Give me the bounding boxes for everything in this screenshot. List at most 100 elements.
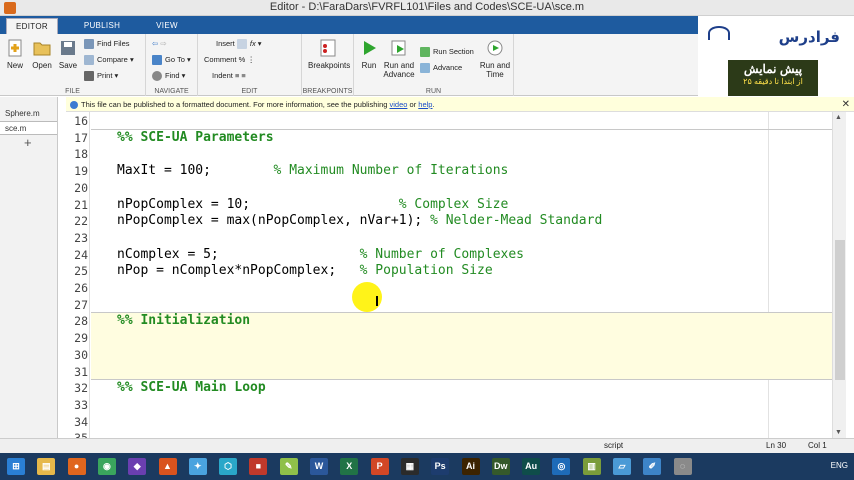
run-group: Run Run and Advance Run Section Advance … <box>354 34 514 96</box>
folder-icon <box>32 38 52 58</box>
status-col: Col 1 <box>808 441 827 450</box>
app-icon: ✐ <box>643 458 662 475</box>
line-number: 19 <box>74 164 88 179</box>
code-line[interactable]: nPopComplex = 10; % Complex Size <box>117 197 508 212</box>
code-line[interactable]: %% SCE-UA Main Loop <box>117 380 266 395</box>
app-icon: ▦ <box>400 458 419 475</box>
add-file-icon[interactable]: + <box>24 135 32 150</box>
taskbar-photoshop-button[interactable]: Ps <box>428 456 452 477</box>
scrollbar-thumb[interactable] <box>835 240 845 380</box>
back-forward-buttons[interactable]: ⇦ ⇨ <box>152 38 167 50</box>
tab-view[interactable]: VIEW <box>144 18 190 34</box>
scroll-down-icon[interactable]: ▼ <box>835 429 842 436</box>
code-text: MaxIt = 100; <box>117 163 274 179</box>
print-button[interactable]: Print ▾ <box>84 70 118 82</box>
taskbar-matlab-button[interactable]: ▲ <box>156 456 180 477</box>
vertical-scrollbar[interactable]: ▲ ▼ <box>832 112 846 438</box>
insert-button[interactable]: Insert fx ▾ <box>216 38 262 50</box>
taskbar-firefox-button[interactable]: ● <box>65 456 89 477</box>
explorer-icon: ▤ <box>37 458 56 475</box>
tab-editor[interactable]: EDITOR <box>6 18 58 34</box>
taskbar-powerpoint-button[interactable]: P <box>368 456 392 477</box>
taskbar-audition-button[interactable]: Au <box>519 456 543 477</box>
code-editor[interactable]: 16 17 %% SCE-UA Parameters 18 19 MaxIt = 100;… <box>58 112 832 438</box>
publish-infobar: This file can be published to a formatte… <box>66 97 854 112</box>
run-section-button[interactable]: Run Section <box>420 46 474 58</box>
info-icon <box>70 101 78 110</box>
file-group-label: FILE <box>65 88 80 95</box>
line-number: 30 <box>74 347 88 362</box>
taskbar-chrome-button[interactable]: ◉ <box>95 456 119 477</box>
find-button[interactable]: Find ▾ <box>152 70 185 82</box>
line-number: 31 <box>74 364 88 379</box>
right-margin-line <box>768 112 769 438</box>
taskbar-start-button[interactable]: ⊞ <box>4 456 28 477</box>
line-number: 29 <box>74 331 88 346</box>
taskbar-visual-studio-button[interactable]: ◆ <box>125 456 149 477</box>
run-button[interactable]: Run <box>354 38 384 70</box>
line-number: 35 <box>58 431 88 438</box>
app-icon: ▥ <box>582 458 601 475</box>
taskbar-app-button[interactable]: ▥ <box>580 456 604 477</box>
new-button[interactable]: New <box>0 38 30 70</box>
code-line[interactable]: nComplex = 5; % Number of Complexes <box>117 247 524 262</box>
preview-badge: پیش نمایش از ابتدا تا دقیقه ۲۵ <box>728 60 818 96</box>
audition-icon: Au <box>522 458 541 475</box>
line-number: 28 <box>74 314 88 329</box>
excel-icon: X <box>340 458 359 475</box>
advance-button[interactable]: Advance <box>420 62 462 74</box>
fx-icon[interactable]: fx <box>250 39 256 48</box>
taskbar-dreamweaver-button[interactable]: Dw <box>489 456 513 477</box>
comment-button[interactable]: Comment % ⋮ <box>204 54 255 66</box>
app-icon: ✎ <box>279 458 298 475</box>
taskbar-app-button[interactable]: ◌ <box>671 456 695 477</box>
taskbar-illustrator-button[interactable]: Ai <box>459 456 483 477</box>
tab-publish[interactable]: PUBLISH <box>74 18 130 34</box>
taskbar-app-button[interactable]: ⬡ <box>216 456 240 477</box>
taskbar-app-button[interactable]: ✎ <box>277 456 301 477</box>
breakpoints-icon <box>318 38 338 58</box>
status-line: Ln 30 <box>766 441 787 450</box>
run-and-time-button[interactable]: Run and Time <box>478 38 512 79</box>
code-line[interactable]: MaxIt = 100; % Maximum Number of Iterati… <box>117 163 508 178</box>
file-tab-sce[interactable]: sce.m <box>0 121 57 135</box>
run-and-advance-button[interactable]: Run and Advance <box>382 38 416 79</box>
taskbar-app-button[interactable]: ✐ <box>640 456 664 477</box>
app-icon: ◎ <box>552 458 571 475</box>
app-icon: ✦ <box>188 458 207 475</box>
run-icon <box>359 38 379 58</box>
code-line[interactable]: nPop = nComplex*nPopComplex; % Populatio… <box>117 263 493 278</box>
taskbar-app-button[interactable]: ▦ <box>398 456 422 477</box>
video-link[interactable]: video <box>390 100 408 109</box>
indent-button[interactable]: Indent ≡ ≡ <box>212 70 246 82</box>
preview-title: پیش نمایش <box>743 62 803 76</box>
code-line[interactable]: nPopComplex = max(nPopComplex, nVar+1); … <box>117 213 602 228</box>
taskbar-app-button[interactable]: ■ <box>246 456 270 477</box>
run-group-label: RUN <box>425 88 442 95</box>
title-bar: Editor - D:\FaraDars\FVRFL101\Files and … <box>0 0 854 16</box>
close-icon[interactable]: ✕ <box>842 97 850 112</box>
code-line[interactable]: %% Initialization <box>117 313 250 328</box>
file-tab-sphere[interactable]: Sphere.m <box>0 107 57 121</box>
tray-language[interactable]: ENG <box>831 461 848 470</box>
line-number: 34 <box>74 414 88 429</box>
navigate-group-label: NAVIGATE <box>154 88 189 95</box>
insert-icon <box>236 39 247 50</box>
save-button[interactable]: Save <box>53 38 83 70</box>
compare-button[interactable]: Compare ▾ <box>84 54 134 66</box>
taskbar-app-button[interactable]: ◎ <box>549 456 573 477</box>
status-bar: script Ln 30 Col 1 <box>0 438 854 453</box>
go-to-button[interactable]: Go To ▾ <box>152 54 191 66</box>
help-link[interactable]: help <box>418 100 432 109</box>
scroll-up-icon[interactable]: ▲ <box>835 114 842 121</box>
breakpoints-group-label: BREAKPOINTS <box>302 88 353 95</box>
code-line[interactable]: %% SCE-UA Parameters <box>117 130 274 145</box>
line-number: 32 <box>74 381 88 396</box>
taskbar-explorer-button[interactable]: ▤ <box>34 456 58 477</box>
breakpoints-button[interactable]: Breakpoints <box>308 38 350 70</box>
find-files-button[interactable]: Find Files <box>84 38 130 50</box>
taskbar-word-button[interactable]: W <box>307 456 331 477</box>
taskbar-app-button[interactable]: ✦ <box>186 456 210 477</box>
taskbar-excel-button[interactable]: X <box>337 456 361 477</box>
taskbar-app-button[interactable]: ▱ <box>610 456 634 477</box>
